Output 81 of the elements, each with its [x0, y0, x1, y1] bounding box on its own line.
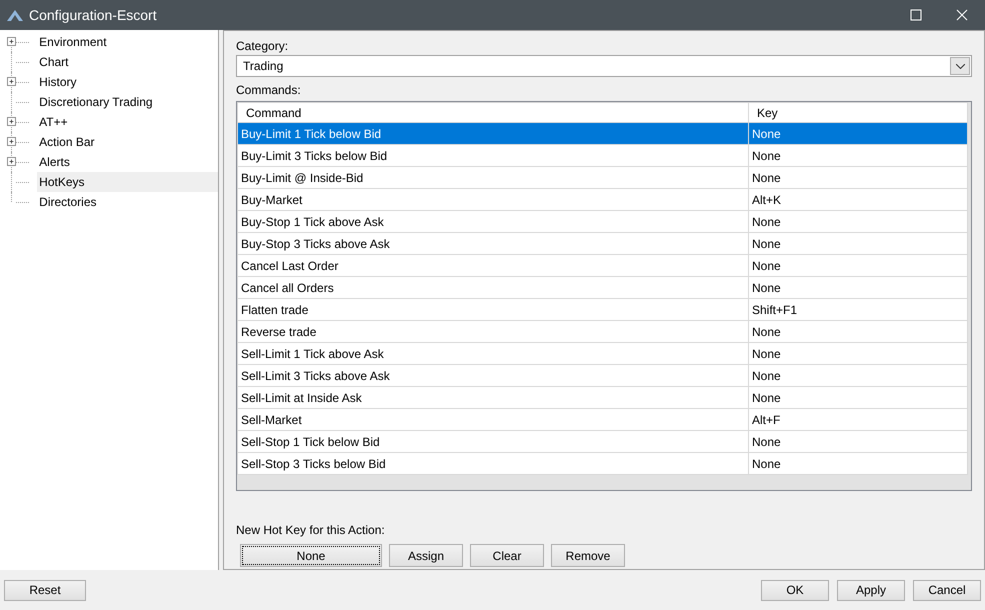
column-header[interactable]: Command: [238, 102, 748, 122]
expand-icon[interactable]: [7, 137, 16, 146]
table-cell: Buy-Limit 1 Tick below Bid: [238, 122, 748, 144]
table-cell: Buy-Limit @ Inside-Bid: [238, 166, 748, 188]
tree-item[interactable]: Directories: [37, 192, 218, 212]
table-cell: Sell-Stop 3 Ticks below Bid: [238, 452, 748, 474]
table-row[interactable]: Cancel all Orders None: [238, 276, 968, 298]
table-cell: None: [748, 166, 968, 188]
commands-label: Commands:: [236, 82, 302, 99]
table-cell: None: [748, 210, 968, 232]
table-row[interactable]: Sell-Limit at Inside Ask None: [238, 386, 968, 408]
table-row[interactable]: Buy-Limit @ Inside-Bid None: [238, 166, 968, 188]
footer-button[interactable]: Reset: [4, 580, 86, 600]
column-header[interactable]: Key: [748, 102, 968, 122]
table-cell: Reverse trade: [238, 320, 748, 342]
action-button[interactable]: Remove: [551, 544, 625, 567]
tree-item[interactable]: AT++: [37, 112, 218, 132]
table-cell: Cancel all Orders: [238, 276, 748, 298]
table-cell: Buy-Stop 1 Tick above Ask: [238, 210, 748, 232]
table-cell: Alt+F: [748, 408, 968, 430]
table-row[interactable]: Buy-Stop 3 Ticks above Ask None: [238, 232, 968, 254]
table-cell: Shift+F1: [748, 298, 968, 320]
tree-item[interactable]: Chart: [37, 52, 218, 72]
table-cell: Flatten trade: [238, 298, 748, 320]
window-title: Configuration-Escort: [29, 6, 157, 25]
expand-icon[interactable]: [7, 77, 16, 86]
table-cell: None: [748, 232, 968, 254]
table-cell: Buy-Market: [238, 188, 748, 210]
table-cell: Cancel Last Order: [238, 254, 748, 276]
table-row[interactable]: Sell-Limit 1 Tick above Ask None: [238, 342, 968, 364]
table-cell: None: [748, 320, 968, 342]
action-button[interactable]: Assign: [389, 544, 463, 567]
table-cell: Alt+K: [748, 188, 968, 210]
table-row[interactable]: Sell-Stop 1 Tick below Bid None: [238, 430, 968, 452]
table-row[interactable]: Buy-Stop 1 Tick above Ask None: [238, 210, 968, 232]
table-cell: None: [748, 386, 968, 408]
table-cell: Sell-Limit 1 Tick above Ask: [238, 342, 748, 364]
table-cell: None: [748, 452, 968, 474]
table-cell: None: [748, 144, 968, 166]
tree-item[interactable]: Action Bar: [37, 132, 218, 152]
table-row[interactable]: Flatten trade Shift+F1: [238, 298, 968, 320]
table-row[interactable]: Reverse trade None: [238, 320, 968, 342]
table-row[interactable]: Buy-Limit 3 Ticks below Bid None: [238, 144, 968, 166]
close-icon[interactable]: [956, 9, 968, 21]
hotkey-field[interactable]: None: [240, 544, 382, 567]
category-label: Category:: [236, 38, 290, 55]
maximize-icon[interactable]: [910, 9, 922, 21]
table-cell: None: [748, 430, 968, 452]
table-cell: None: [748, 364, 968, 386]
table-cell: None: [748, 122, 968, 144]
table-cell: None: [748, 276, 968, 298]
tree-item[interactable]: Discretionary Trading: [37, 92, 218, 112]
footer-button[interactable]: Apply: [837, 580, 905, 600]
hotkey-label: New Hot Key for this Action:: [236, 522, 386, 539]
action-button[interactable]: Clear: [470, 544, 544, 567]
table-cell: Sell-Stop 1 Tick below Bid: [238, 430, 748, 452]
table-row[interactable]: Buy-Limit 1 Tick below Bid None: [238, 122, 968, 144]
footer-button[interactable]: OK: [761, 580, 829, 600]
expand-icon[interactable]: [7, 37, 16, 46]
table-cell: Sell-Market: [238, 408, 748, 430]
table-cell: Sell-Limit 3 Ticks above Ask: [238, 364, 748, 386]
table-row[interactable]: Buy-Market Alt+K: [238, 188, 968, 210]
table-row[interactable]: Sell-Stop 3 Ticks below Bid None: [238, 452, 968, 474]
table-cell: Sell-Limit at Inside Ask: [238, 386, 748, 408]
tree-item[interactable]: HotKeys: [37, 172, 218, 192]
table-cell: Buy-Limit 3 Ticks below Bid: [238, 144, 748, 166]
table-row[interactable]: Sell-Limit 3 Ticks above Ask None: [238, 364, 968, 386]
app-logo-icon: [7, 9, 23, 21]
table-cell: Buy-Stop 3 Ticks above Ask: [238, 232, 748, 254]
footer-button[interactable]: Cancel: [913, 580, 981, 600]
table-cell: None: [748, 342, 968, 364]
chevron-down-icon: [956, 64, 964, 68]
expand-icon[interactable]: [7, 157, 16, 166]
table-row[interactable]: Sell-Market Alt+F: [238, 408, 968, 430]
table-cell: None: [748, 254, 968, 276]
category-dropdown[interactable]: Trading: [236, 55, 972, 77]
tree-item[interactable]: History: [37, 72, 218, 92]
tree-item[interactable]: Alerts: [37, 152, 218, 172]
expand-icon[interactable]: [7, 117, 16, 126]
table-row[interactable]: Cancel Last Order None: [238, 254, 968, 276]
tree-item[interactable]: Environment: [37, 32, 218, 52]
